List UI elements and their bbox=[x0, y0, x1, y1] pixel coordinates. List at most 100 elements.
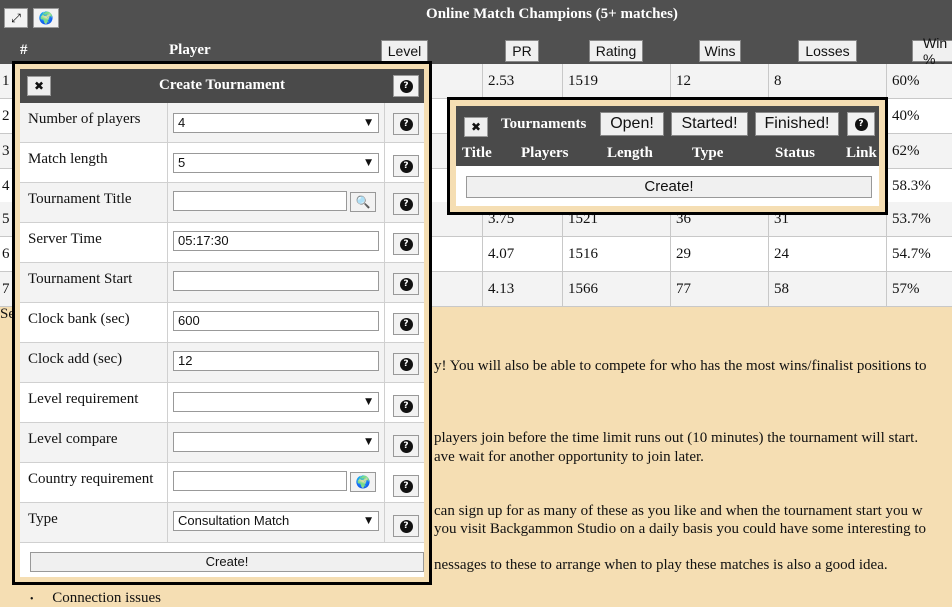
losses-cell: 24 bbox=[768, 237, 886, 271]
match-length-select[interactable]: 5 ▼ bbox=[173, 153, 379, 173]
tournaments-title: Tournaments bbox=[501, 116, 587, 132]
sort-winpct-button[interactable]: Win % bbox=[912, 35, 952, 67]
wins-cell: 77 bbox=[670, 272, 768, 306]
create-tournament-title: Create Tournament bbox=[159, 77, 285, 93]
type-select[interactable]: Consultation Match ▼ bbox=[173, 511, 379, 531]
num-players-select[interactable]: 4 ▼ bbox=[173, 113, 379, 133]
bg-text-line: nessages to these to arrange when to pla… bbox=[434, 557, 888, 573]
rating-cell: 1516 bbox=[562, 237, 670, 271]
search-icon[interactable]: 🔍 bbox=[350, 192, 376, 212]
winpct-cell: 54.7% bbox=[886, 237, 952, 271]
losses-cell: 8 bbox=[768, 64, 886, 98]
num-players-label: Number of players bbox=[28, 111, 141, 127]
rating-cell: 1566 bbox=[562, 272, 670, 306]
help-icon[interactable]: ? bbox=[393, 75, 419, 97]
form-row-server-time: Server Time 05:17:30 ? bbox=[20, 223, 424, 263]
close-icon[interactable]: ✖ bbox=[464, 117, 488, 137]
rank-cell: 1 bbox=[2, 73, 10, 89]
col-length-header: Length bbox=[607, 145, 653, 161]
clock-add-label: Clock add (sec) bbox=[28, 351, 123, 367]
help-icon[interactable]: ? bbox=[393, 435, 419, 457]
help-icon[interactable]: ? bbox=[393, 515, 419, 537]
country-requirement-input[interactable] bbox=[173, 471, 347, 491]
level-compare-label: Level compare bbox=[28, 431, 118, 447]
tournament-title-input[interactable] bbox=[173, 191, 347, 211]
form-row-clock-bank: Clock bank (sec) 600 ? bbox=[20, 303, 424, 343]
help-icon[interactable]: ? bbox=[393, 353, 419, 375]
col-rank-header: # bbox=[20, 42, 28, 58]
help-icon[interactable]: ? bbox=[393, 475, 419, 497]
col-players-header: Players bbox=[521, 145, 569, 161]
rank-cell: 6 bbox=[2, 246, 10, 262]
col-link-header: Link bbox=[846, 145, 877, 161]
form-row-clock-add: Clock add (sec) 12 ? bbox=[20, 343, 424, 383]
wins-cell: 12 bbox=[670, 64, 768, 98]
col-status-header: Status bbox=[775, 145, 816, 161]
pr-cell: 4.07 bbox=[482, 237, 562, 271]
tournament-title-label: Tournament Title bbox=[28, 191, 132, 207]
bg-text-line: ave wait for another opportunity to join… bbox=[434, 449, 704, 465]
form-row-start: Tournament Start ? bbox=[20, 263, 424, 303]
server-time-field[interactable]: 05:17:30 bbox=[173, 231, 379, 251]
tournament-start-label: Tournament Start bbox=[28, 271, 133, 287]
clock-add-input[interactable]: 12 bbox=[173, 351, 379, 371]
help-icon[interactable]: ? bbox=[393, 233, 419, 255]
tab-open[interactable]: Open! bbox=[600, 112, 664, 136]
bg-text-line: y! You will also be able to compete for … bbox=[434, 358, 927, 374]
winpct-cell: 58.3% bbox=[886, 169, 952, 203]
help-icon[interactable]: ? bbox=[393, 395, 419, 417]
create-button[interactable]: Create! bbox=[466, 176, 872, 198]
help-icon[interactable]: ? bbox=[393, 113, 419, 135]
header-bar: ⤢ 🌍 Online Match Champions (5+ matches) … bbox=[0, 0, 952, 67]
rank-cell: 7 bbox=[2, 281, 10, 297]
rank-cell: 2 bbox=[2, 108, 10, 124]
rank-cell: 5 bbox=[2, 211, 10, 227]
pr-cell: 2.53 bbox=[482, 64, 562, 98]
sort-losses-button[interactable]: Losses bbox=[798, 40, 857, 62]
tab-started[interactable]: Started! bbox=[671, 112, 748, 136]
help-icon[interactable]: ? bbox=[393, 155, 419, 177]
pr-cell: 4.13 bbox=[482, 272, 562, 306]
help-icon[interactable]: ? bbox=[393, 193, 419, 215]
sort-rating-button[interactable]: Rating bbox=[589, 40, 643, 62]
chevron-down-icon: ▼ bbox=[365, 437, 372, 447]
level-requirement-label: Level requirement bbox=[28, 391, 139, 407]
page-title: Online Match Champions (5+ matches) bbox=[426, 6, 678, 22]
level-requirement-select[interactable]: ▼ bbox=[173, 392, 379, 412]
help-icon[interactable]: ? bbox=[393, 273, 419, 295]
sort-level-button[interactable]: Level bbox=[381, 40, 428, 62]
form-row-match-length: Match length 5 ▼ ? bbox=[20, 143, 424, 183]
sort-wins-button[interactable]: Wins bbox=[699, 40, 741, 62]
rank-cell: 4 bbox=[2, 178, 10, 194]
clock-bank-input[interactable]: 600 bbox=[173, 311, 379, 331]
tab-finished[interactable]: Finished! bbox=[755, 112, 839, 136]
losses-cell: 58 bbox=[768, 272, 886, 306]
create-tournament-button[interactable]: Create! bbox=[30, 552, 424, 572]
form-row-title: Tournament Title 🔍 ? bbox=[20, 183, 424, 223]
winpct-cell: 57% bbox=[886, 272, 952, 306]
col-player-header: Player bbox=[169, 42, 211, 58]
clock-bank-label: Clock bank (sec) bbox=[28, 311, 130, 327]
level-compare-select[interactable]: ▼ bbox=[173, 432, 379, 452]
form-row-num-players: Number of players 4 ▼ ? bbox=[20, 103, 424, 143]
rank-cell: 3 bbox=[2, 143, 10, 159]
rating-cell: 1519 bbox=[562, 64, 670, 98]
chevron-down-icon: ▼ bbox=[365, 397, 372, 407]
tournament-start-input[interactable] bbox=[173, 271, 379, 291]
col-type-header: Type bbox=[692, 145, 724, 161]
bg-text-line: players join before the time limit runs … bbox=[434, 430, 919, 446]
sort-pr-button[interactable]: PR bbox=[505, 40, 539, 62]
tournaments-header: ✖ Tournaments Open! Started! Finished! ?… bbox=[456, 106, 879, 166]
globe-icon[interactable]: 🌍 bbox=[350, 472, 376, 492]
winpct-cell: 62% bbox=[886, 134, 952, 168]
bg-text-line: can sign up for as many of these as you … bbox=[434, 503, 923, 519]
chevron-down-icon: ▼ bbox=[365, 158, 372, 168]
create-tournament-header: ✖ Create Tournament ? bbox=[20, 69, 424, 103]
help-icon[interactable]: ? bbox=[393, 313, 419, 335]
form-row-type: Type Consultation Match ▼ ? bbox=[20, 503, 424, 543]
connection-issues-text: Connection issues bbox=[52, 590, 162, 606]
winpct-cell: 60% bbox=[886, 64, 952, 98]
bg-text-line: you visit Backgammon Studio on a daily b… bbox=[434, 521, 927, 537]
help-icon[interactable]: ? bbox=[847, 112, 875, 136]
tournaments-panel: ✖ Tournaments Open! Started! Finished! ?… bbox=[447, 97, 888, 215]
